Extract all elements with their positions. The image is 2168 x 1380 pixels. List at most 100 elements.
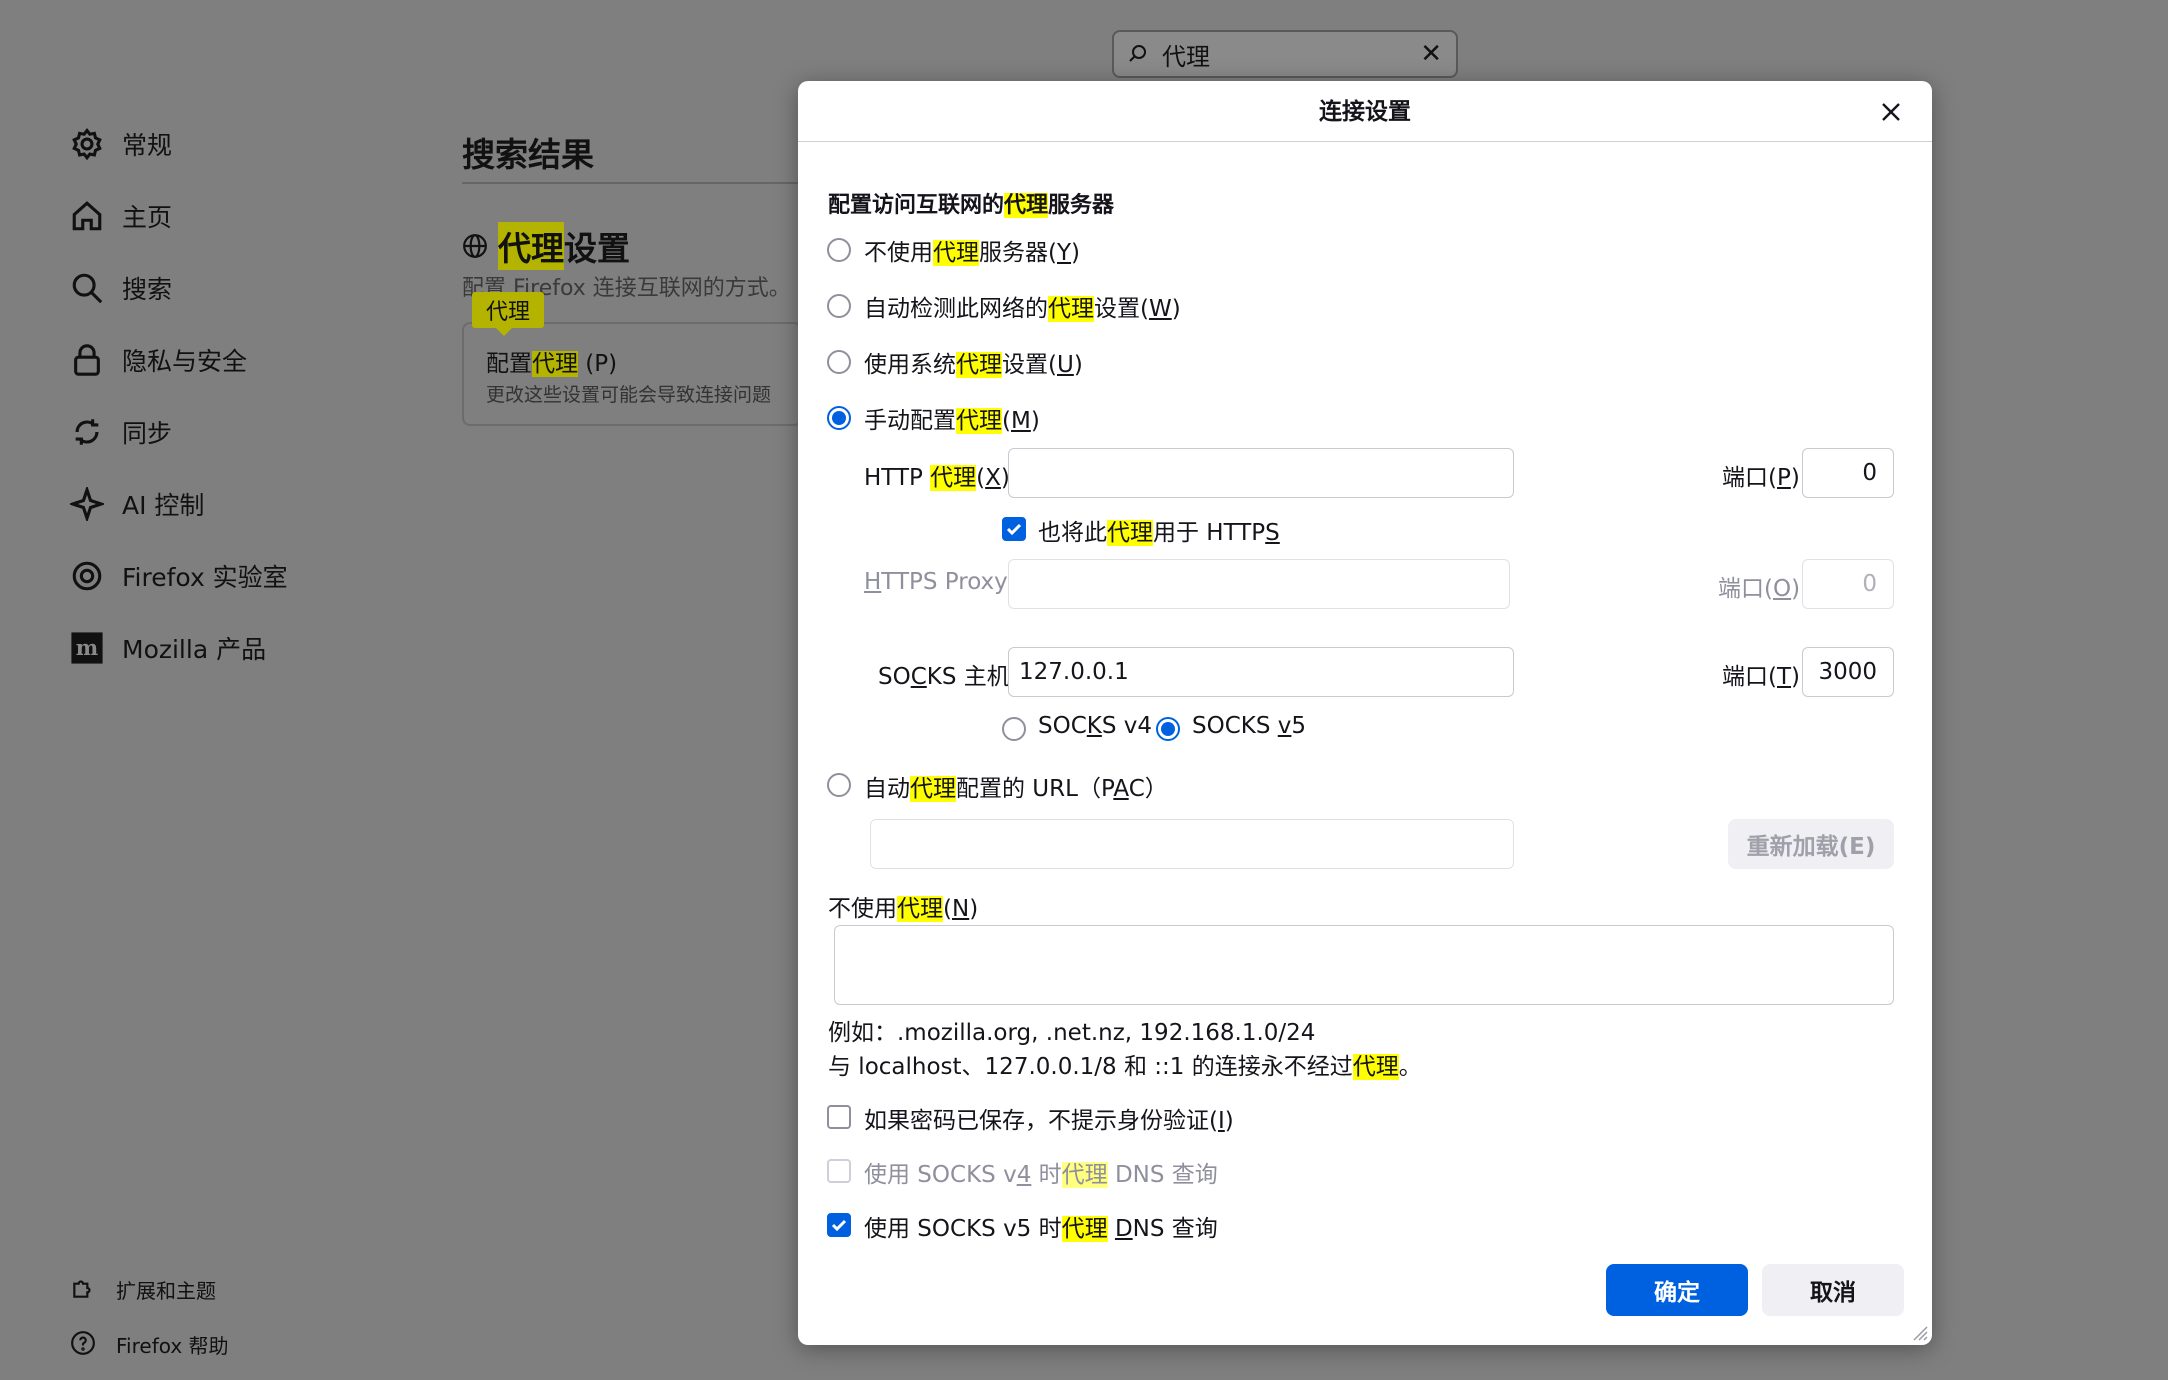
label-text: ) [1224, 1108, 1234, 1134]
sidebar-item-home[interactable]: 主页 [68, 194, 172, 238]
label-text: 设置( [1094, 296, 1149, 322]
cancel-button[interactable]: 取消 [1762, 1264, 1904, 1316]
socks5-dns-checkbox[interactable] [827, 1213, 851, 1237]
access-key: P [1776, 465, 1791, 491]
http-port-input[interactable]: 0 [1802, 448, 1894, 498]
search-icon [68, 269, 106, 307]
label-text: TTPS Proxy [881, 569, 1008, 595]
no-auth-prompt-label[interactable]: 如果密码已保存，不提示身份验证(I) [864, 1101, 1234, 1135]
proxy-settings-card: 配置代理 (P) 更改这些设置可能会导致连接问题 [462, 322, 802, 426]
label-text: DNS 查询 [1107, 1162, 1218, 1188]
label-text: 时 [1031, 1162, 1062, 1188]
search-highlight: 代理 [1061, 1216, 1108, 1242]
search-tooltip: 代理 [472, 292, 545, 336]
sidebar-help-link[interactable]: Firefox 帮助 [70, 1327, 229, 1361]
mozilla-icon: m [68, 629, 106, 667]
no-auth-prompt-checkbox[interactable] [827, 1105, 851, 1129]
label-text: 使用系统 [864, 352, 956, 378]
search-highlight: 代理 [956, 352, 1002, 378]
search-highlight: 代理 [1352, 1054, 1399, 1080]
no-proxy-radio[interactable] [827, 238, 851, 262]
sidebar-item-labs[interactable]: Firefox 实验室 [68, 554, 288, 598]
page-title: 搜索结果 [462, 135, 594, 174]
label-text: 如果密码已保存，不提示身份验证( [864, 1108, 1218, 1134]
socks-v5-radio[interactable] [1156, 717, 1180, 741]
access-key: 4 [1016, 1162, 1032, 1188]
sidebar-item-mozilla[interactable]: m Mozilla 产品 [68, 626, 266, 670]
search-highlight: 代理 [930, 465, 977, 491]
pac-radio[interactable] [827, 773, 851, 797]
configure-proxy-button[interactable]: 配置代理 (P) [486, 344, 617, 378]
proxy-config-heading: 配置访问互联网的代理服务器 [828, 187, 1114, 219]
preferences-search-box[interactable]: 代理 ✕ [1112, 30, 1458, 78]
no-proxy-for-textarea[interactable] [834, 925, 1894, 1005]
label-text: ) [1790, 465, 1800, 491]
clear-search-icon[interactable]: ✕ [1420, 39, 1442, 69]
section-heading-text: 设置 [564, 229, 630, 268]
system-proxy-radio[interactable] [827, 350, 851, 374]
socks-host-input[interactable]: 127.0.0.1 [1008, 647, 1514, 697]
label-text: 使用 SOCKS v5 时 [864, 1216, 1062, 1242]
sidebar-item-privacy[interactable]: 隐私与安全 [68, 338, 247, 382]
socks-v4-radio[interactable] [1002, 717, 1026, 741]
socks-v5-label[interactable]: SOCKS v5 [1192, 713, 1306, 739]
access-key: K [1086, 713, 1102, 739]
https-port-label: 端口(O) [1718, 569, 1800, 603]
auto-detect-label[interactable]: 自动检测此网络的代理设置(W) [864, 289, 1181, 323]
socks4-dns-label: 使用 SOCKS v4 时代理 DNS 查询 [864, 1155, 1218, 1189]
http-proxy-label: HTTP 代理(X) [864, 458, 1010, 492]
socks-port-label: 端口(T) [1722, 657, 1800, 691]
auto-detect-radio[interactable] [827, 294, 851, 318]
search-highlight: 代理 [1061, 1162, 1108, 1188]
gear-icon [68, 125, 106, 163]
no-proxy-for-label: 不使用代理(N) [828, 889, 978, 923]
search-highlight: 代理 [933, 240, 979, 266]
also-https-label[interactable]: 也将此代理用于 HTTPS [1038, 513, 1280, 547]
pac-url-input [870, 819, 1514, 869]
label-text: SOC [1038, 713, 1087, 739]
search-input[interactable]: 代理 [1162, 37, 1420, 72]
pac-label[interactable]: 自动代理配置的 URL（PAC） [864, 769, 1168, 803]
label-text: 端口( [1718, 576, 1773, 602]
search-highlight: 代理 [1107, 520, 1153, 546]
label-text: ) [1073, 352, 1083, 378]
socks-port-input[interactable]: 3000 [1802, 647, 1894, 697]
label-text: 用于 HTTP [1153, 520, 1266, 546]
socks-v4-label[interactable]: SOCKS v4 [1038, 713, 1152, 739]
label-text: NS 查询 [1132, 1216, 1218, 1242]
sidebar-item-search[interactable]: 搜索 [68, 266, 172, 310]
resize-grip-icon[interactable] [1910, 1323, 1928, 1341]
ok-button[interactable]: 确定 [1606, 1264, 1748, 1316]
label-text: SOCKS [1192, 713, 1278, 739]
sidebar-extensions-link[interactable]: 扩展和主题 [70, 1272, 216, 1306]
label-text [1108, 1216, 1115, 1242]
note-text: 。 [1398, 1054, 1422, 1080]
sidebar-item-label: Firefox 实验室 [122, 563, 288, 592]
manual-proxy-radio[interactable] [827, 406, 851, 430]
heading-text: 配置访问互联网的 [828, 193, 1005, 218]
access-key: T [1776, 664, 1792, 690]
label-text: 使用 SOCKS v [864, 1162, 1017, 1188]
access-key: M [1010, 408, 1031, 434]
search-highlight: 代理 [1004, 193, 1049, 218]
no-proxy-label[interactable]: 不使用代理服务器(Y) [864, 233, 1080, 267]
socks5-dns-label[interactable]: 使用 SOCKS v5 时代理 DNS 查询 [864, 1209, 1218, 1243]
system-proxy-label[interactable]: 使用系统代理设置(U) [864, 345, 1083, 379]
label-text: 自动 [864, 776, 910, 802]
manual-proxy-label[interactable]: 手动配置代理(M) [864, 401, 1040, 435]
access-key: I [1217, 1108, 1225, 1134]
sidebar-item-general[interactable]: 常规 [68, 122, 172, 166]
sidebar-item-ai[interactable]: AI 控制 [68, 482, 204, 526]
svg-text:m: m [76, 636, 99, 661]
access-key: U [1056, 352, 1074, 378]
globe-icon [463, 234, 487, 258]
http-proxy-input[interactable] [1008, 448, 1514, 498]
label-text: ( [1002, 408, 1011, 434]
sidebar-item-sync[interactable]: 同步 [68, 410, 172, 454]
https-proxy-label: HTTPS Proxy [864, 569, 1008, 595]
also-https-checkbox[interactable] [1002, 517, 1026, 541]
close-button[interactable] [1872, 93, 1910, 131]
sidebar-item-label: 搜索 [122, 275, 173, 304]
access-key: H [864, 569, 882, 595]
search-highlight: 代理 [498, 222, 564, 270]
